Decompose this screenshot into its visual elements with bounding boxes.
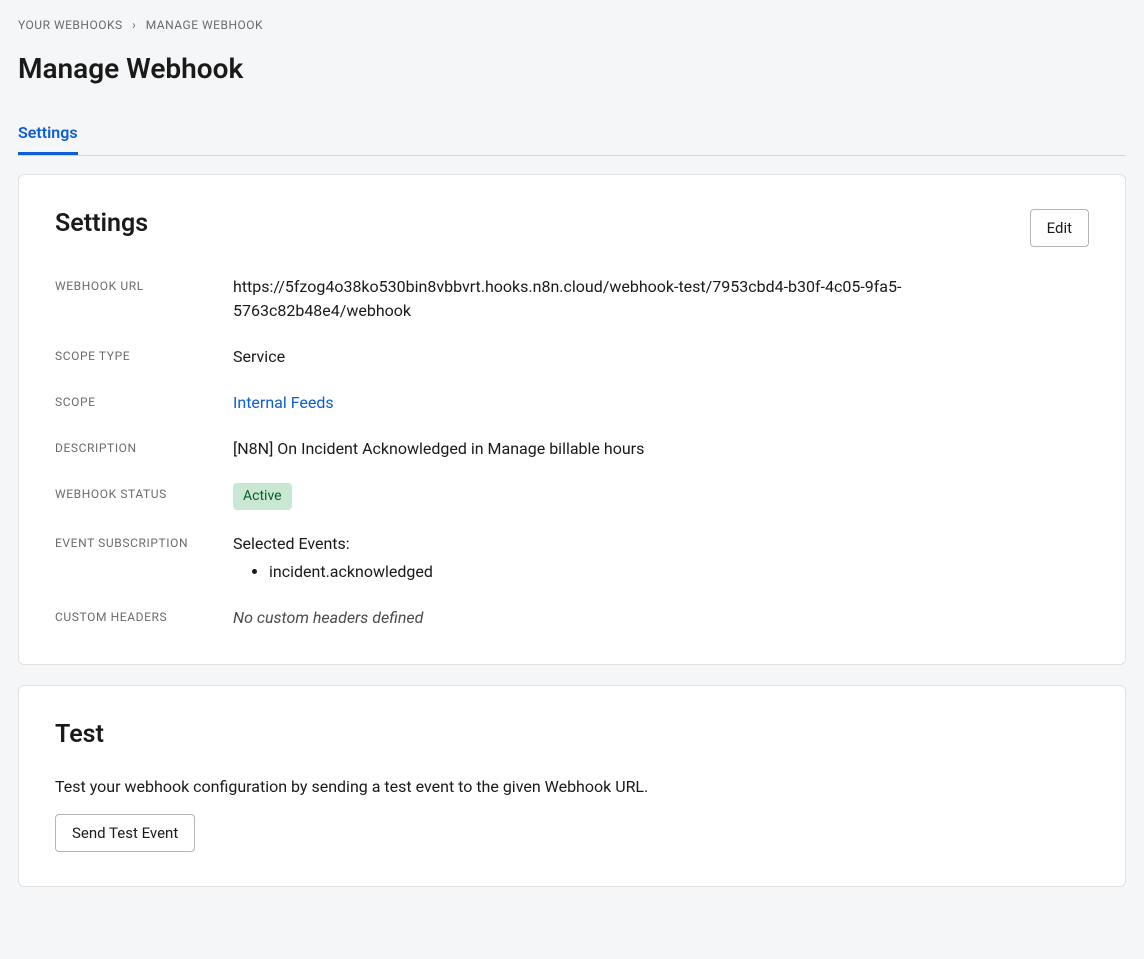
field-value-webhook-url: https://5fzog4o38ko530bin8vbbvrt.hooks.n… bbox=[233, 275, 953, 323]
field-value-scope: Internal Feeds bbox=[233, 391, 953, 415]
send-test-event-button[interactable]: Send Test Event bbox=[55, 814, 195, 852]
field-label-webhook-status: WEBHOOK STATUS bbox=[55, 483, 233, 503]
field-scope-type: SCOPE TYPE Service bbox=[55, 345, 1089, 369]
field-webhook-url: WEBHOOK URL https://5fzog4o38ko530bin8vb… bbox=[55, 275, 1089, 323]
selected-events-label: Selected Events: bbox=[233, 532, 953, 556]
field-description: DESCRIPTION [N8N] On Incident Acknowledg… bbox=[55, 437, 1089, 461]
tab-settings[interactable]: Settings bbox=[18, 113, 78, 155]
breadcrumb-root-link[interactable]: YOUR WEBHOOKS bbox=[18, 18, 123, 32]
field-value-scope-type: Service bbox=[233, 345, 953, 369]
field-event-subscription: EVENT SUBSCRIPTION Selected Events: inci… bbox=[55, 532, 1089, 584]
settings-card: Settings Edit WEBHOOK URL https://5fzog4… bbox=[18, 174, 1126, 665]
field-label-scope-type: SCOPE TYPE bbox=[55, 345, 233, 365]
settings-heading: Settings bbox=[55, 209, 148, 238]
field-value-custom-headers: No custom headers defined bbox=[233, 606, 953, 630]
page-title: Manage Webhook bbox=[18, 52, 1126, 85]
field-value-event-subscription: Selected Events: incident.acknowledged bbox=[233, 532, 953, 584]
field-label-custom-headers: CUSTOM HEADERS bbox=[55, 606, 233, 626]
field-label-event-subscription: EVENT SUBSCRIPTION bbox=[55, 532, 233, 552]
test-description: Test your webhook configuration by sendi… bbox=[55, 777, 1089, 796]
edit-button[interactable]: Edit bbox=[1030, 209, 1089, 247]
breadcrumb-current: MANAGE WEBHOOK bbox=[146, 18, 263, 32]
test-heading: Test bbox=[55, 720, 104, 749]
scope-link[interactable]: Internal Feeds bbox=[233, 393, 334, 412]
tabs: Settings bbox=[18, 113, 1126, 156]
breadcrumb: YOUR WEBHOOKS › MANAGE WEBHOOK bbox=[18, 18, 1126, 32]
field-scope: SCOPE Internal Feeds bbox=[55, 391, 1089, 415]
field-label-webhook-url: WEBHOOK URL bbox=[55, 275, 233, 295]
test-card-header: Test bbox=[55, 720, 1089, 749]
field-value-webhook-status: Active bbox=[233, 483, 953, 510]
field-value-description: [N8N] On Incident Acknowledged in Manage… bbox=[233, 437, 953, 461]
field-custom-headers: CUSTOM HEADERS No custom headers defined bbox=[55, 606, 1089, 630]
breadcrumb-separator: › bbox=[132, 18, 136, 32]
status-badge: Active bbox=[233, 483, 292, 510]
settings-card-header: Settings Edit bbox=[55, 209, 1089, 247]
field-label-description: DESCRIPTION bbox=[55, 437, 233, 457]
event-item: incident.acknowledged bbox=[269, 560, 953, 584]
events-list: incident.acknowledged bbox=[269, 560, 953, 584]
field-webhook-status: WEBHOOK STATUS Active bbox=[55, 483, 1089, 510]
field-label-scope: SCOPE bbox=[55, 391, 233, 411]
test-card: Test Test your webhook configuration by … bbox=[18, 685, 1126, 887]
